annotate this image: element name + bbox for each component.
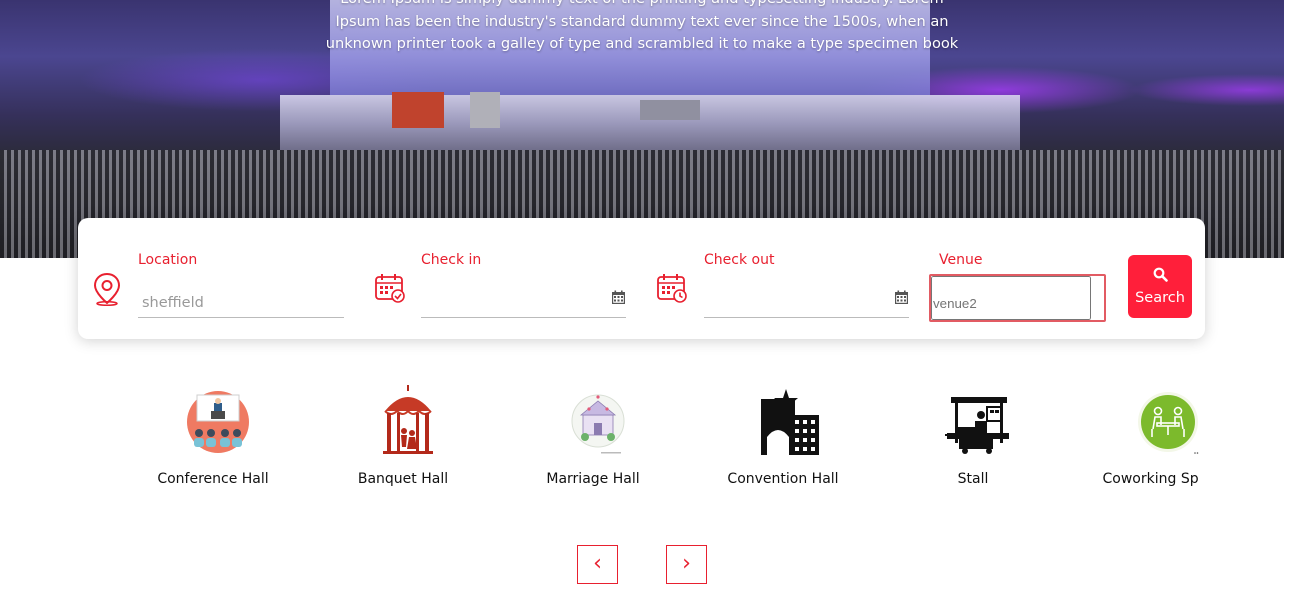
location-label: Location <box>138 252 198 268</box>
category-banquet-hall[interactable]: Banquet Hall <box>328 385 478 495</box>
category-label: Conference Hall <box>157 471 269 487</box>
checkout-label: Check out <box>704 252 775 268</box>
hero-podium-2 <box>470 92 500 128</box>
category-marriage-hall[interactable]: Marriage Hall <box>518 385 668 495</box>
category-label: Banquet Hall <box>357 471 449 487</box>
venue-focus-outline <box>929 274 1106 322</box>
marriage-hall-icon <box>571 394 625 454</box>
checkin-input[interactable] <box>421 278 626 318</box>
venue-label: Venue <box>939 252 983 268</box>
category-label: Convention Hall <box>727 471 839 487</box>
category-coworking-space[interactable]: Coworking Space <box>1088 385 1199 495</box>
checkin-label: Check in <box>421 252 482 268</box>
hero-description: Lorem Ipsum is simply dummy text of the … <box>325 0 959 52</box>
calendar-icon[interactable] <box>894 290 909 305</box>
coworking-space-icon <box>1138 392 1199 454</box>
hero-stage-prop <box>640 100 700 120</box>
checkout-field: Check out <box>650 218 915 339</box>
calendar-icon[interactable] <box>611 290 626 305</box>
page-edge <box>1284 0 1293 258</box>
carousel-clip: Coworking Space <box>1000 385 1199 495</box>
conference-hall-icon <box>187 391 249 453</box>
banquet-hall-icon <box>383 385 433 454</box>
search-icon <box>1153 267 1168 282</box>
convention-hall-icon <box>761 389 819 455</box>
search-button[interactable]: Search <box>1128 255 1192 318</box>
category-convention-hall[interactable]: Convention Hall <box>708 385 858 495</box>
location-field: Location <box>78 218 358 339</box>
location-input[interactable] <box>138 278 344 318</box>
calendar-clock-icon <box>657 274 687 303</box>
category-conference-hall[interactable]: Conference Hall <box>138 385 288 495</box>
carousel-next-button[interactable]: › <box>666 545 707 584</box>
checkout-input[interactable] <box>704 278 909 318</box>
location-pin-icon <box>93 272 121 306</box>
category-label: Coworking Space <box>1102 471 1200 487</box>
hero-podium <box>392 92 444 128</box>
checkin-field: Check in <box>368 218 633 339</box>
calendar-check-icon <box>375 274 405 303</box>
category-label: Marriage Hall <box>546 471 640 487</box>
search-button-label: Search <box>1135 290 1185 306</box>
venue-input[interactable] <box>931 276 1091 320</box>
carousel-prev-button[interactable]: ‹ <box>577 545 618 584</box>
search-card: Location Check in <box>78 218 1205 339</box>
